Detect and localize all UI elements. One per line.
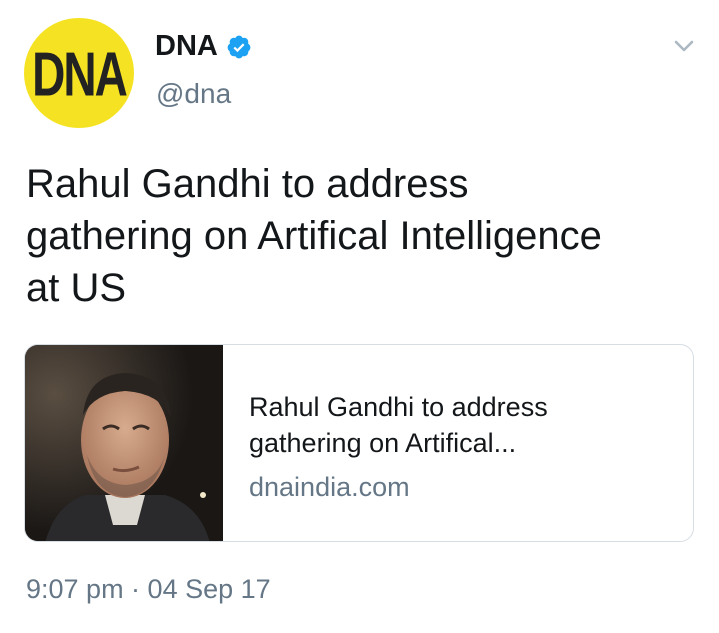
tweet-text-line: at US bbox=[26, 266, 127, 310]
tweet-text-line: gathering on Artifical Intelligence bbox=[26, 214, 602, 258]
tweet-text: Rahul Gandhi to address gathering on Art… bbox=[26, 158, 696, 314]
display-name[interactable]: DNA bbox=[155, 30, 218, 63]
card-thumbnail-image bbox=[25, 345, 223, 541]
card-domain: dnaindia.com bbox=[249, 472, 410, 502]
author-name-row: DNA bbox=[155, 30, 252, 63]
avatar-logo-text: DNA bbox=[32, 38, 128, 110]
card-title-line: gathering on Artifical... bbox=[249, 428, 517, 458]
portrait-photo-illustration bbox=[25, 345, 223, 541]
card-title-line: Rahul Gandhi to address bbox=[249, 392, 548, 422]
verified-badge-icon bbox=[227, 35, 251, 58]
card-title: Rahul Gandhi to address gathering on Art… bbox=[249, 389, 693, 461]
card-body: Rahul Gandhi to address gathering on Art… bbox=[223, 345, 693, 541]
avatar[interactable]: DNA bbox=[24, 18, 134, 128]
author-handle[interactable]: @dna bbox=[156, 78, 231, 110]
link-preview-card[interactable]: Rahul Gandhi to address gathering on Art… bbox=[24, 344, 694, 542]
tweet-timestamp[interactable]: 9:07 pm · 04 Sep 17 bbox=[26, 574, 271, 605]
tweet-text-line: Rahul Gandhi to address bbox=[26, 162, 469, 206]
chevron-down-icon[interactable] bbox=[672, 36, 696, 56]
